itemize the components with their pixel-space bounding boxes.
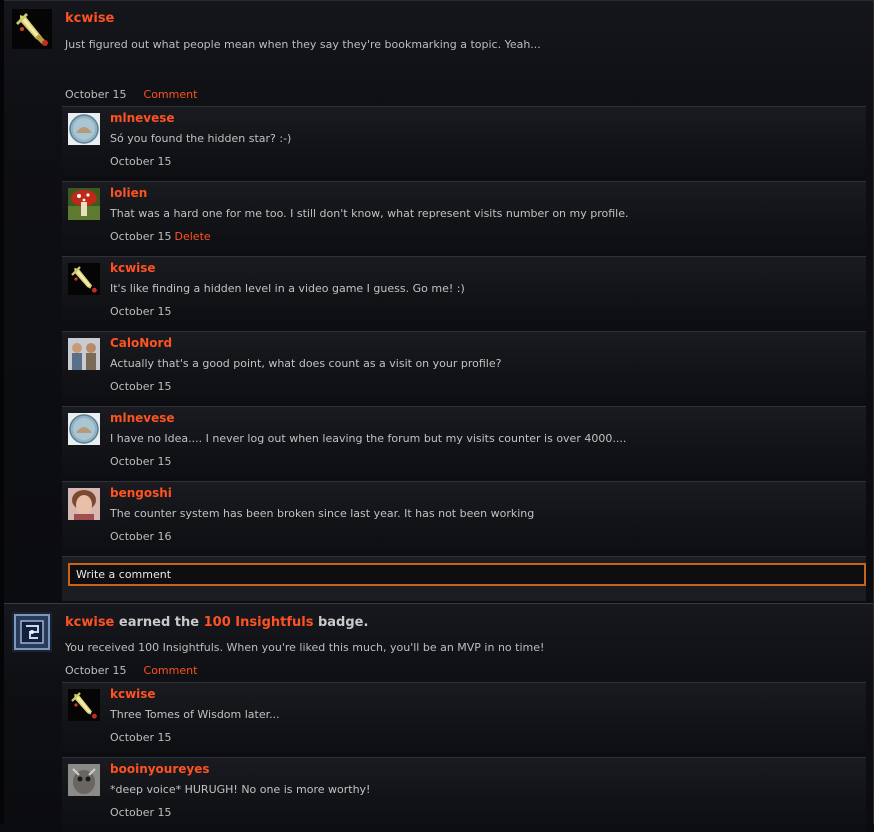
- comment-author[interactable]: bengoshi: [110, 486, 172, 500]
- comment-list: kcwise Three Tomes of Wisdom later... Oc…: [62, 682, 866, 832]
- comment-text: I have no Idea.... I never log out when …: [110, 432, 627, 445]
- comment-list: mlnevese Só you found the hidden star? :…: [62, 106, 866, 601]
- comment-item: CaloNord Actually that's a good point, w…: [62, 331, 866, 406]
- comment-date-row: October 15 Delete: [110, 230, 211, 243]
- comment-date: October 15: [110, 305, 172, 318]
- delete-link[interactable]: Delete: [175, 230, 211, 243]
- post-text: Just figured out what people mean when t…: [65, 38, 541, 51]
- comment-date: October 15: [110, 455, 172, 468]
- comment-text: The counter system has been broken since…: [110, 507, 535, 520]
- comment-author[interactable]: booinyoureyes: [110, 762, 210, 776]
- comment-item: booinyoureyes *deep voice* HURUGH! No on…: [62, 757, 866, 832]
- comment-text: Actually that's a good point, what does …: [110, 357, 502, 370]
- comment-author[interactable]: kcwise: [110, 687, 156, 701]
- comment-date: October 15: [110, 806, 172, 819]
- comment-item: lolien That was a hard one for me too. I…: [62, 181, 866, 256]
- post-date: October 15: [65, 88, 127, 101]
- write-comment-row: [62, 556, 866, 601]
- activity-post-badge: kcwise earned the 100 Insightfuls badge.…: [4, 603, 873, 832]
- comment-author[interactable]: CaloNord: [110, 336, 172, 350]
- avatar-booinyoureyes[interactable]: [68, 764, 100, 796]
- post-meta: October 15 Comment: [65, 88, 197, 101]
- comment-link[interactable]: Comment: [144, 664, 198, 677]
- comment-link[interactable]: Comment: [144, 88, 198, 101]
- avatar-mlnevese[interactable]: [68, 113, 100, 145]
- avatar-lolien[interactable]: [68, 188, 100, 220]
- post-text: You received 100 Insightfuls. When you'r…: [65, 641, 545, 654]
- comment-item: mlnevese Só you found the hidden star? :…: [62, 106, 866, 181]
- avatar-calonord[interactable]: [68, 338, 100, 370]
- comment-date: October 16: [110, 530, 172, 543]
- earned-text: earned the: [114, 615, 204, 630]
- comment-text: It's like finding a hidden level in a vi…: [110, 282, 465, 295]
- comment-author[interactable]: mlnevese: [110, 411, 175, 425]
- comment-date: October 15: [110, 380, 172, 393]
- avatar-mlnevese[interactable]: [68, 413, 100, 445]
- activity-post: kcwise Just figured out what people mean…: [4, 0, 873, 601]
- post-author-link[interactable]: kcwise: [65, 11, 114, 26]
- avatar-kcwise[interactable]: [68, 263, 100, 295]
- avatar-kcwise[interactable]: [68, 689, 100, 721]
- comment-author[interactable]: kcwise: [110, 261, 156, 275]
- badge-icon: [12, 612, 52, 652]
- comment-text: Só you found the hidden star? :-): [110, 132, 292, 145]
- comment-author[interactable]: lolien: [110, 186, 147, 200]
- comment-date: October 15: [110, 155, 172, 168]
- post-heading: kcwise earned the 100 Insightfuls badge.: [65, 615, 368, 630]
- avatar-bengoshi[interactable]: [68, 488, 100, 520]
- badge-suffix: badge.: [313, 615, 369, 630]
- post-author-link[interactable]: kcwise: [65, 615, 114, 630]
- write-comment-input[interactable]: [68, 563, 866, 586]
- avatar-kcwise[interactable]: [12, 9, 52, 49]
- comment-item: kcwise It's like finding a hidden level …: [62, 256, 866, 331]
- comment-text: *deep voice* HURUGH! No one is more wort…: [110, 783, 371, 796]
- post-meta: October 15 Comment: [65, 664, 197, 677]
- post-date: October 15: [65, 664, 127, 677]
- comment-item: kcwise Three Tomes of Wisdom later... Oc…: [62, 682, 866, 757]
- comment-text: That was a hard one for me too. I still …: [110, 207, 629, 220]
- comment-text: Three Tomes of Wisdom later...: [110, 708, 280, 721]
- badge-link[interactable]: 100 Insightfuls: [204, 615, 314, 630]
- comment-author[interactable]: mlnevese: [110, 111, 175, 125]
- comment-item: bengoshi The counter system has been bro…: [62, 481, 866, 556]
- post-heading: kcwise: [65, 11, 114, 26]
- comment-date: October 15: [110, 731, 172, 744]
- comment-item: mlnevese I have no Idea.... I never log …: [62, 406, 866, 481]
- comment-date: October 15: [110, 230, 172, 243]
